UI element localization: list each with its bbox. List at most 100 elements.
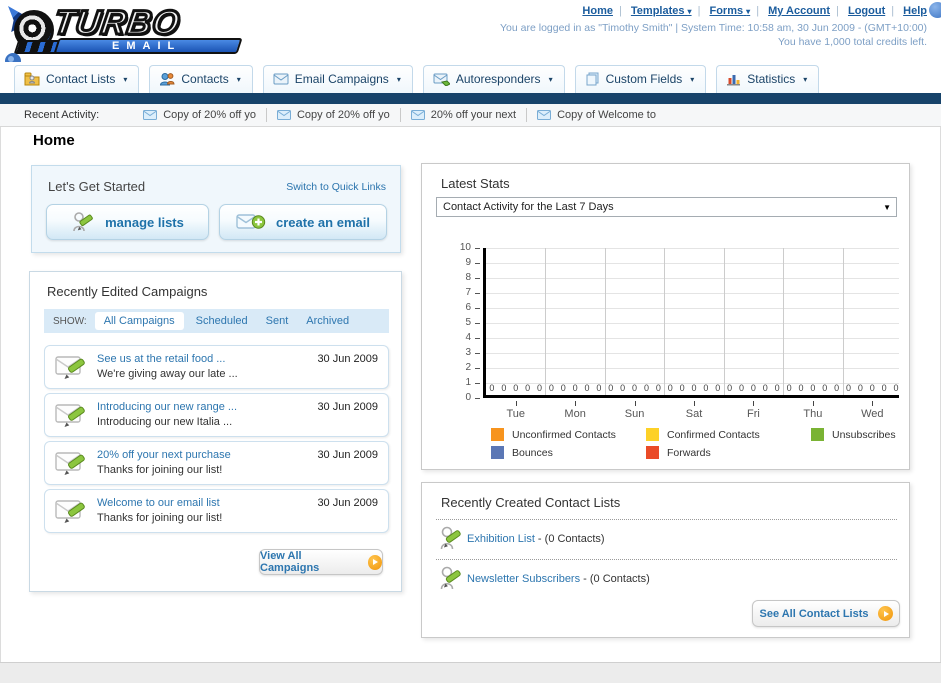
campaign-subtitle: Thanks for joining our list! [97,464,223,476]
legend-confirmed: Confirmed Contacts [646,428,760,441]
gridline [545,248,546,395]
campaigns-panel-title: Recently Edited Campaigns [47,284,208,299]
legend-swatch [646,446,659,459]
envelope-pencil-icon [55,404,85,427]
filter-all-campaigns[interactable]: All Campaigns [94,312,184,330]
filter-scheduled[interactable]: Scheduled [196,315,248,327]
bar-value-label: 0 [845,383,851,393]
bar-value-label: 0 [786,383,792,393]
show-label: SHOW: [53,315,87,327]
campaign-row: 20% off your next purchase Thanks for jo… [44,441,389,485]
recent-activity-item[interactable]: Copy of 20% off yo [267,109,400,121]
turbo-email-logo: TURBO EMAIL [8,3,258,58]
nav-link-home[interactable]: Home [582,5,613,17]
x-tick [753,401,755,406]
bar-value-label: 0 [750,383,756,393]
campaign-title-link[interactable]: Introducing our new range ... [97,401,237,413]
y-tick-label: 0 [465,392,471,403]
nav-link-my-account[interactable]: My Account [768,5,830,17]
y-tick [475,398,480,399]
contact-list-row: Exhibition List - (0 Contacts) [467,533,605,545]
autoresponder-envelope-icon [433,73,450,86]
stats-panel-title: Latest Stats [441,176,510,191]
top-nav: Home | Templates ▾ | Forms ▾ | My Account | … [582,5,927,17]
recent-activity-label: Recent Activity: [24,109,100,121]
x-tick [694,401,695,406]
bar-value-label: 0 [739,383,745,393]
contact-list-link[interactable]: Newsletter Subscribers [467,573,580,585]
recent-activity-item[interactable]: Copy of 20% off yo [133,109,266,121]
list-pencil-icon [440,526,461,550]
see-all-contact-lists-button[interactable]: See All Contact Lists [752,600,900,627]
tab-contacts[interactable]: Contacts ▾ [149,65,253,93]
y-tick-label: 8 [465,272,471,283]
campaign-row: See us at the retail food ... We're givi… [44,345,389,389]
gridline [605,248,606,395]
gridline [783,248,784,395]
legend-swatch [811,428,824,441]
gridline [486,308,899,309]
footer-strip [0,662,941,683]
switch-quick-links-link[interactable]: Switch to Quick Links [286,181,386,193]
chevron-down-icon: ▾ [746,7,751,16]
gridline [486,248,899,249]
legend-swatch [491,446,504,459]
latest-stats-panel: Latest Stats Contact Activity for the La… [421,163,910,470]
view-all-campaigns-button[interactable]: View All Campaigns [259,549,383,575]
recent-activity-item[interactable]: Copy of Welcome to [527,109,666,121]
tab-email-campaigns[interactable]: Email Campaigns ▾ [262,65,413,93]
tab-autoresponders[interactable]: Autoresponders ▾ [422,65,565,93]
bar-value-label: 0 [655,383,661,393]
bar-value-label: 0 [525,383,531,393]
contact-lists-panel-title: Recently Created Contact Lists [441,495,621,510]
bar-value-label: 0 [774,383,780,393]
campaign-title-link[interactable]: Welcome to our email list [97,497,220,509]
campaign-title-link[interactable]: 20% off your next purchase [97,449,231,461]
bar-value-label: 0 [596,383,602,393]
nav-link-forms[interactable]: Forms ▾ [709,5,750,17]
manage-lists-button[interactable]: manage lists [46,204,209,240]
stats-period-select[interactable]: Contact Activity for the Last 7 Days ▼ [436,197,897,217]
tab-statistics[interactable]: Statistics ▾ [716,65,820,93]
envelope-pencil-icon [55,500,85,523]
list-pencil-icon [440,566,461,590]
statistics-chart-icon [727,75,741,86]
x-tick [515,401,517,406]
campaign-date: 30 Jun 2009 [317,449,378,461]
main-tabbar: Contact Lists ▾ Contacts ▾ Email Campaigns… [0,62,941,93]
campaign-row: Welcome to our email list Thanks for joi… [44,489,389,533]
chevron-down-icon: ▾ [236,74,241,84]
recent-activity-bar: Recent Activity: Copy of 20% off yo Copy… [0,104,941,127]
y-tick-label: 1 [465,377,471,388]
bar-value-label: 0 [869,383,875,393]
contact-list-link[interactable]: Exhibition List [467,533,535,545]
y-tick [475,248,480,249]
chevron-down-icon: ▾ [690,74,695,84]
x-tick [634,401,636,406]
campaign-title-link[interactable]: See us at the retail food ... [97,353,225,365]
x-tick-label: Tue [506,408,525,420]
bar-value-label: 0 [834,383,840,393]
x-tick-label: Thu [803,408,823,420]
filter-archived[interactable]: Archived [306,315,349,327]
chevron-down-icon: ▾ [803,74,808,84]
nav-link-templates[interactable]: Templates ▾ [631,5,692,17]
filter-sent[interactable]: Sent [266,315,289,327]
arrow-right-icon [367,554,382,570]
bar-value-label: 0 [715,383,721,393]
nav-link-help[interactable]: Help [903,5,927,17]
bar-value-label: 0 [798,383,804,393]
header: TURBO EMAIL Home | Templates ▾ | Forms ▾ | … [0,0,941,62]
gridline [486,263,899,264]
create-email-button[interactable]: create an email [219,204,387,240]
y-tick-label: 3 [465,347,471,358]
bar-value-label: 0 [548,383,554,393]
envelope-icon [537,110,552,120]
y-tick [475,383,480,384]
tab-contact-lists[interactable]: Contact Lists ▾ [14,65,140,93]
nav-link-logout[interactable]: Logout [848,5,885,17]
contact-list-count: - (0 Contacts) [580,573,650,585]
tab-custom-fields[interactable]: Custom Fields ▾ [574,65,707,93]
bar-value-label: 0 [679,383,685,393]
recent-activity-item[interactable]: 20% off your next [401,109,526,121]
